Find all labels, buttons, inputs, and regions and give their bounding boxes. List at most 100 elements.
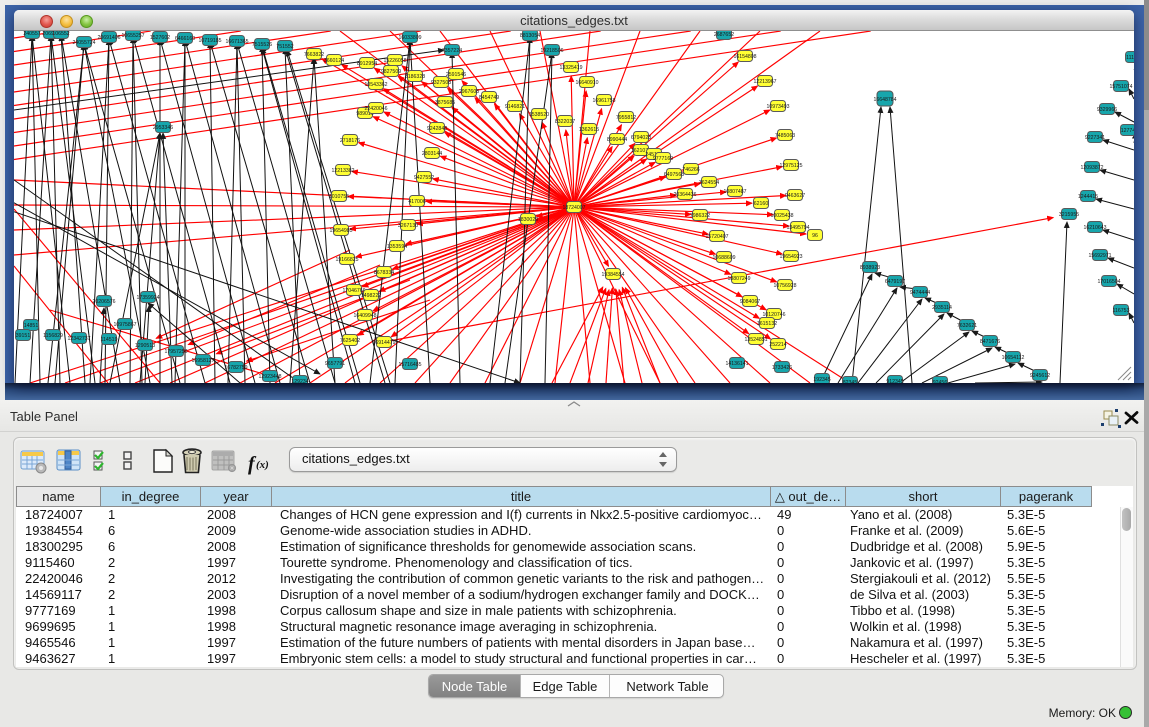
svg-text:16958127: 16958127	[191, 358, 214, 364]
svg-text:20206576: 20206576	[92, 299, 115, 305]
svg-text:9245612: 9245612	[1030, 373, 1050, 379]
svg-text:7357224: 7357224	[442, 48, 462, 54]
svg-text:19654923: 19654923	[779, 254, 802, 260]
svg-text:16033809: 16033809	[398, 35, 421, 41]
svg-text:22420046: 22420046	[364, 106, 387, 112]
svg-text:92456: 92456	[933, 380, 948, 383]
svg-text:116753: 116753	[1113, 308, 1130, 314]
svg-text:19654985: 19654985	[329, 228, 352, 234]
svg-text:16961758: 16961758	[592, 98, 615, 104]
svg-text:15716485: 15716485	[398, 362, 421, 368]
svg-text:9227341: 9227341	[1085, 135, 1105, 141]
svg-text:9657791: 9657791	[325, 361, 345, 367]
svg-text:19384554: 19384554	[601, 272, 624, 278]
svg-text:12342737: 12342737	[67, 336, 90, 342]
svg-text:7632621: 7632621	[957, 323, 977, 329]
svg-text:1538520: 1538520	[529, 112, 549, 118]
svg-text:10807487: 10807487	[723, 189, 746, 195]
svg-text:192345: 192345	[813, 377, 830, 383]
svg-text:8454749: 8454749	[479, 95, 499, 101]
svg-text:2718176: 2718176	[340, 138, 360, 144]
svg-text:1615132: 1615132	[757, 321, 777, 327]
svg-text:12213967: 12213967	[753, 79, 776, 85]
svg-text:96: 96	[812, 233, 818, 239]
svg-text:3624554: 3624554	[699, 180, 719, 186]
svg-text:9463627: 9463627	[785, 193, 805, 199]
svg-text:17016504: 17016504	[1097, 279, 1120, 285]
svg-text:8186328: 8186328	[405, 74, 425, 80]
svg-text:1733426: 1733426	[772, 365, 792, 371]
svg-text:9242848: 9242848	[427, 126, 447, 132]
svg-text:10654112: 10654112	[1002, 355, 1025, 361]
svg-text:7955812: 7955812	[616, 115, 636, 121]
svg-text:1156829: 1156829	[43, 333, 63, 339]
svg-text:2803144: 2803144	[422, 151, 442, 157]
svg-text:6794028: 6794028	[631, 135, 651, 141]
svg-text:2935114: 2935114	[932, 305, 952, 311]
svg-text:20691406: 20691406	[97, 35, 120, 41]
svg-text:746266: 746266	[682, 167, 699, 173]
svg-text:13524851: 13524851	[744, 337, 767, 343]
svg-text:9327508: 9327508	[431, 80, 451, 86]
svg-text:3267130: 3267130	[398, 223, 418, 229]
svg-text:16914479: 16914479	[372, 340, 395, 346]
svg-text:10120746: 10120746	[762, 312, 785, 318]
svg-text:8990444: 8990444	[607, 137, 627, 143]
svg-text:82345: 82345	[843, 380, 858, 383]
svg-text:12923448: 12923448	[258, 374, 281, 380]
svg-text:(x): (x)	[256, 459, 269, 471]
svg-text:8322037: 8322037	[555, 119, 575, 125]
svg-text:106552: 106552	[52, 31, 69, 37]
svg-text:6466160: 6466160	[175, 36, 195, 42]
svg-text:7485063: 7485063	[775, 133, 795, 139]
svg-text:8471676: 8471676	[980, 339, 1000, 345]
svg-text:240557: 240557	[23, 31, 40, 37]
svg-text:18807249: 18807249	[727, 276, 750, 282]
svg-text:1290513: 1290513	[135, 343, 155, 349]
svg-text:8678334: 8678334	[374, 270, 394, 276]
svg-text:10543362: 10543362	[364, 82, 387, 88]
svg-text:10688609: 10688609	[712, 255, 735, 261]
svg-text:16409948: 16409948	[353, 313, 376, 319]
svg-text:9146821: 9146821	[505, 104, 525, 110]
svg-text:9427552: 9427552	[414, 175, 434, 181]
svg-text:129234: 129234	[291, 379, 308, 383]
svg-text:6479197: 6479197	[885, 279, 905, 285]
svg-text:3215955: 3215955	[1059, 212, 1079, 218]
svg-text:20364436: 20364436	[673, 192, 696, 198]
svg-text:15692971: 15692971	[1088, 253, 1111, 259]
svg-text:62160: 62160	[754, 201, 769, 207]
svg-text:15226058: 15226058	[383, 58, 406, 64]
svg-text:912345: 912345	[886, 379, 903, 383]
svg-text:1527602: 1527602	[150, 35, 170, 41]
svg-text:2687652: 2687652	[714, 32, 734, 38]
svg-text:14136141: 14136141	[725, 361, 748, 367]
svg-text:1362615: 1362615	[579, 127, 599, 133]
svg-text:751552: 751552	[276, 44, 293, 50]
svg-text:252214: 252214	[769, 342, 786, 348]
svg-text:19218506: 19218506	[540, 48, 563, 54]
svg-text:7663822: 7663822	[304, 52, 324, 58]
svg-text:114519: 114519	[101, 337, 118, 343]
svg-text:9777169: 9777169	[653, 156, 673, 162]
svg-text:14851: 14851	[24, 323, 39, 329]
svg-text:24055724: 24055724	[72, 40, 95, 46]
svg-text:7986322: 7986322	[690, 213, 710, 219]
svg-text:10756928: 10756928	[773, 283, 796, 289]
svg-text:19166825: 19166825	[335, 257, 358, 263]
svg-text:12093872: 12093872	[1080, 165, 1103, 171]
svg-text:9084067: 9084067	[740, 299, 760, 305]
svg-text:10975867: 10975867	[113, 322, 136, 328]
svg-text:16671365: 16671365	[225, 39, 248, 45]
svg-text:39151: 39151	[16, 333, 31, 339]
svg-text:16782759: 16782759	[224, 365, 247, 371]
svg-text:8813054: 8813054	[520, 33, 540, 39]
svg-text:3875685: 3875685	[435, 100, 455, 106]
svg-text:1010755: 1010755	[329, 194, 349, 200]
svg-text:18724007: 18724007	[562, 205, 585, 211]
svg-text:8938923: 8938923	[860, 265, 880, 271]
svg-text:8912954: 8912954	[357, 61, 377, 67]
svg-text:3660124: 3660124	[324, 58, 344, 64]
svg-text:12213382: 12213382	[331, 168, 354, 174]
svg-text:2591546: 2591546	[446, 72, 466, 78]
